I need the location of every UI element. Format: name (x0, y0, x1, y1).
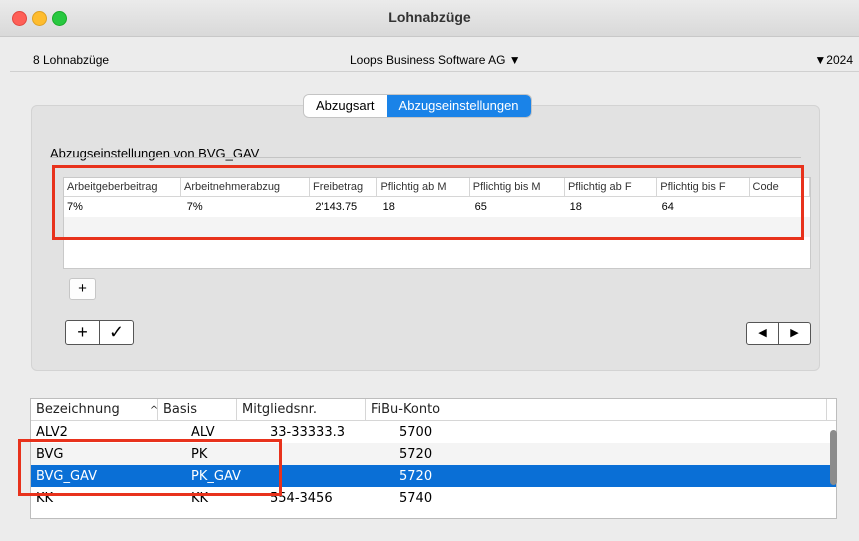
tab-control: Abzugsart Abzugseinstellungen (304, 95, 531, 117)
previous-record-button[interactable]: ◀ (747, 323, 778, 344)
cell: 554-3456 (270, 491, 333, 506)
col-fibu-konto[interactable]: FiBu-Konto (366, 399, 827, 420)
highlight-box (52, 165, 804, 240)
record-count: 8 Lohnabzüge (33, 53, 110, 67)
cell (265, 443, 394, 465)
section-title: Abzugseinstellungen von BVG_GAV (50, 146, 260, 161)
sort-ascending-icon: ^ (149, 405, 159, 416)
col-mitgliedsnr[interactable]: Mitgliedsnr. (237, 399, 366, 420)
cell: 5740 (399, 491, 433, 506)
deductions-table-header: Bezeichnung ^ Basis Mitgliedsnr. FiBu-Ko… (31, 399, 836, 421)
confirm-button[interactable]: ✓ (100, 321, 133, 344)
highlight-box (18, 439, 282, 496)
tab-abzugseinstellungen[interactable]: Abzugseinstellungen (386, 95, 531, 117)
cell (265, 465, 394, 487)
add-button[interactable]: + (66, 321, 99, 344)
next-record-button[interactable]: ▶ (779, 323, 810, 344)
divider (10, 71, 859, 72)
table-row-empty (64, 237, 810, 257)
cell: 5720 (399, 469, 433, 484)
add-confirm-control: + ✓ (65, 320, 134, 345)
tab-abzugsart[interactable]: Abzugsart (304, 95, 387, 117)
cell: 33-33333.3 (270, 425, 345, 440)
add-row-button[interactable]: + (69, 278, 96, 300)
vertical-scrollbar[interactable] (830, 430, 837, 485)
col-bezeichnung-label: Bezeichnung (36, 402, 120, 417)
cell: 5700 (399, 425, 433, 440)
col-bezeichnung[interactable]: Bezeichnung ^ (31, 399, 158, 420)
section-divider (50, 157, 801, 158)
cell: 5720 (399, 447, 433, 462)
year-selector[interactable]: ▼2024 (814, 53, 853, 67)
col-basis[interactable]: Basis (158, 399, 237, 420)
company-selector[interactable]: Loops Business Software AG ▼ (350, 53, 521, 67)
record-navigation: ◀ ▶ (746, 322, 811, 345)
window-title: Lohnabzüge (388, 9, 471, 25)
info-bar: 8 Lohnabzüge Loops Business Software AG … (0, 37, 859, 77)
title-bar: Lohnabzüge (0, 0, 859, 37)
